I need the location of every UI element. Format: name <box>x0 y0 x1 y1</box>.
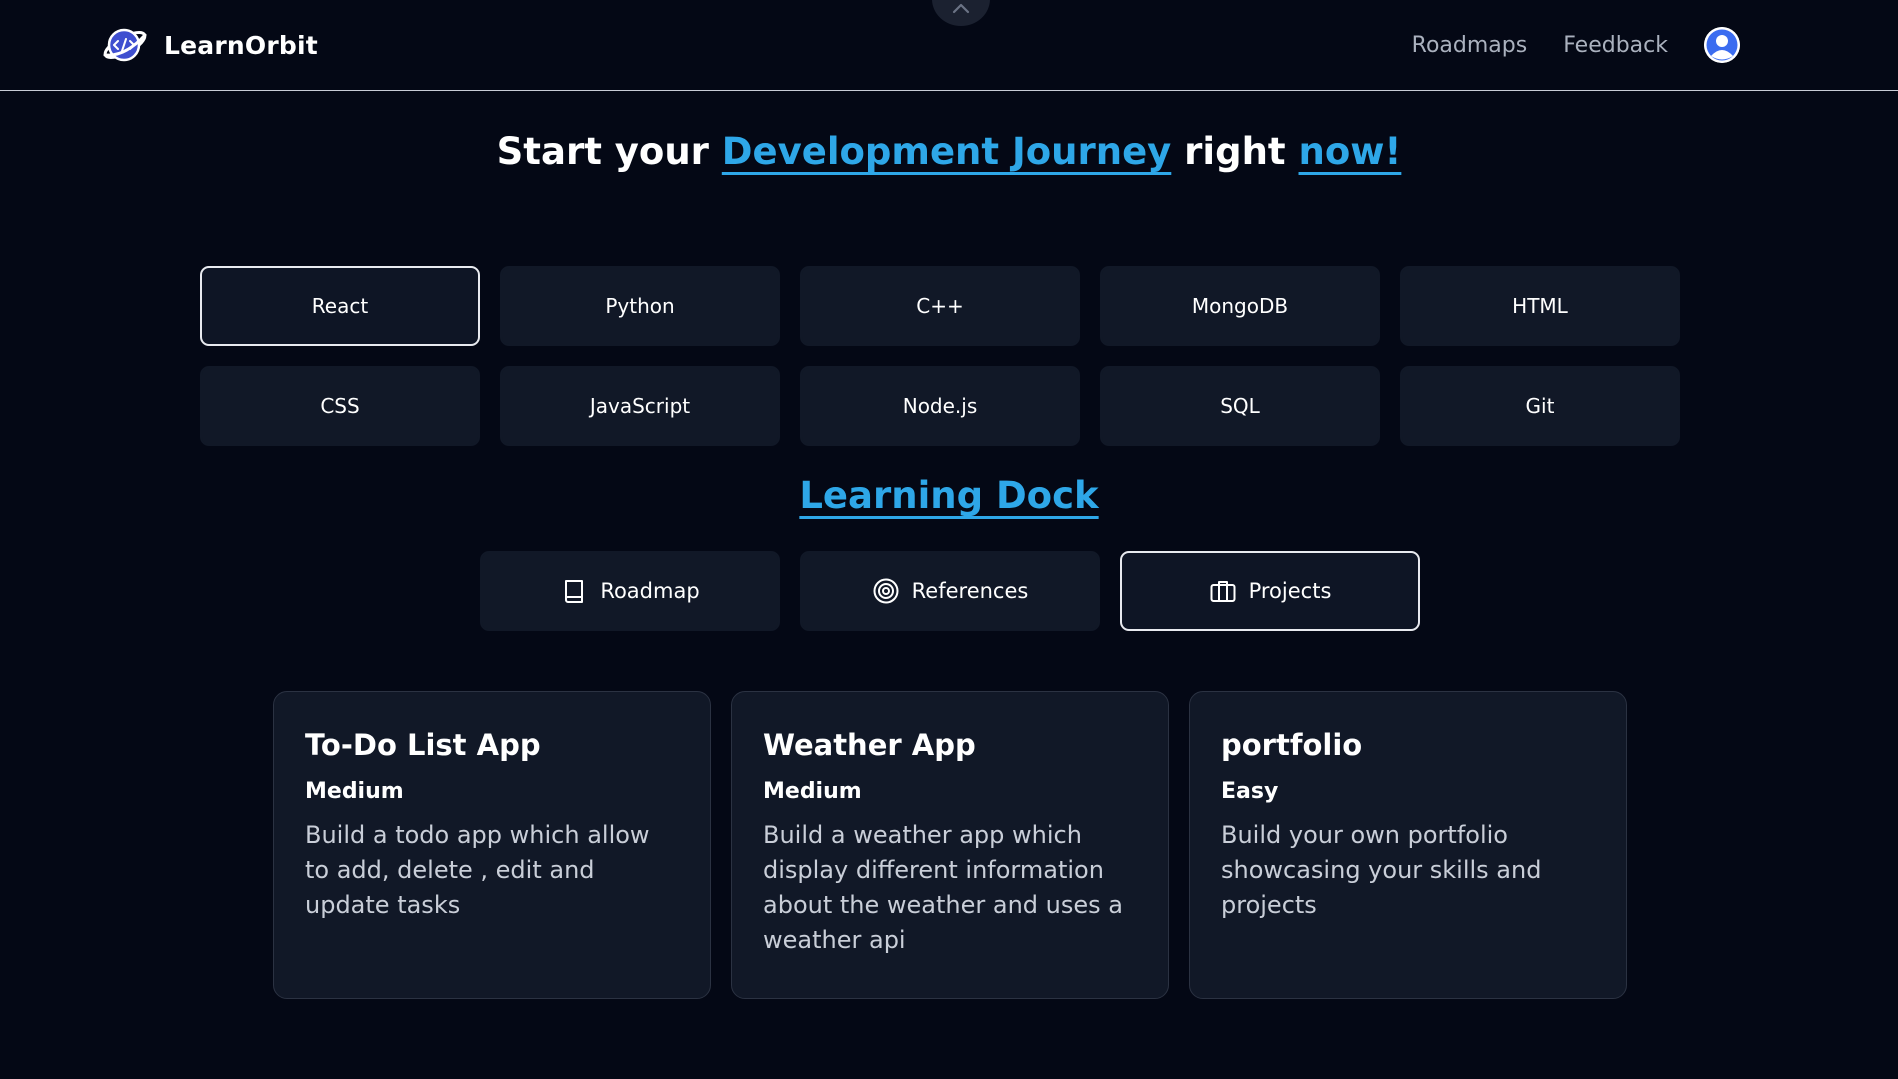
brand[interactable]: LearnOrbit <box>100 22 318 68</box>
technology-grid: React Python C++ MongoDB HTML CSS JavaSc… <box>200 266 1681 446</box>
project-card-todo[interactable]: To-Do List App Medium Build a todo app w… <box>273 691 711 999</box>
project-description: Build a weather app which display differ… <box>763 821 1123 954</box>
project-title: To-Do List App <box>305 728 541 762</box>
hero-highlight-development-journey: Development Journey <box>721 130 1172 173</box>
hero-highlight-now: now! <box>1298 130 1402 173</box>
hero-text-part2: right <box>1171 130 1299 173</box>
project-card-portfolio[interactable]: portfolio Easy Build your own portfolio … <box>1189 691 1627 999</box>
project-difficulty: Medium <box>763 779 862 804</box>
nav-link-roadmaps[interactable]: Roadmaps <box>1412 33 1528 58</box>
learning-dock-tabs: Roadmap References Projects <box>480 551 1420 631</box>
learning-dock-title-text: Learning Dock <box>799 474 1099 517</box>
hero-text-part1: Start your <box>496 130 722 173</box>
tech-button-nodejs[interactable]: Node.js <box>800 366 1080 446</box>
tech-button-html[interactable]: HTML <box>1400 266 1680 346</box>
target-icon <box>873 578 899 604</box>
tech-button-python[interactable]: Python <box>500 266 780 346</box>
navbar: LearnOrbit Roadmaps Feedback <box>0 0 1898 91</box>
tab-projects[interactable]: Projects <box>1120 551 1420 631</box>
nav-links: Roadmaps Feedback <box>1412 22 1740 68</box>
nav-link-feedback[interactable]: Feedback <box>1563 33 1668 58</box>
chevron-up-icon <box>952 3 970 14</box>
project-title: portfolio <box>1221 728 1363 762</box>
project-difficulty: Easy <box>1221 779 1279 804</box>
project-difficulty: Medium <box>305 779 404 804</box>
tab-projects-label: Projects <box>1248 579 1332 603</box>
tab-roadmap-label: Roadmap <box>600 579 700 603</box>
learning-dock-title: Learning Dock <box>0 474 1898 517</box>
collapse-handle[interactable] <box>932 0 990 26</box>
tech-button-mongodb[interactable]: MongoDB <box>1100 266 1380 346</box>
brand-name: LearnOrbit <box>164 30 318 60</box>
hero-title: Start your Development Journey right now… <box>0 130 1898 173</box>
project-cards: To-Do List App Medium Build a todo app w… <box>273 691 1627 999</box>
briefcase-icon <box>1210 581 1236 602</box>
tech-button-sql[interactable]: SQL <box>1100 366 1380 446</box>
tech-button-css[interactable]: CSS <box>200 366 480 446</box>
project-card-weather[interactable]: Weather App Medium Build a weather app w… <box>731 691 1169 999</box>
tech-button-cpp[interactable]: C++ <box>800 266 1080 346</box>
tech-button-react[interactable]: React <box>200 266 480 346</box>
project-description: Build a todo app which allow to add, del… <box>305 821 650 919</box>
tab-references[interactable]: References <box>800 551 1100 631</box>
book-icon <box>565 580 584 603</box>
project-title: Weather App <box>763 728 976 762</box>
user-avatar[interactable] <box>1704 27 1740 63</box>
tab-references-label: References <box>911 579 1029 603</box>
tech-button-git[interactable]: Git <box>1400 366 1680 446</box>
planet-code-icon <box>103 28 147 62</box>
project-description: Build your own portfolio showcasing your… <box>1221 821 1542 919</box>
tech-button-javascript[interactable]: JavaScript <box>500 366 780 446</box>
tab-roadmap[interactable]: Roadmap <box>480 551 780 631</box>
user-avatar-icon <box>1704 27 1740 63</box>
